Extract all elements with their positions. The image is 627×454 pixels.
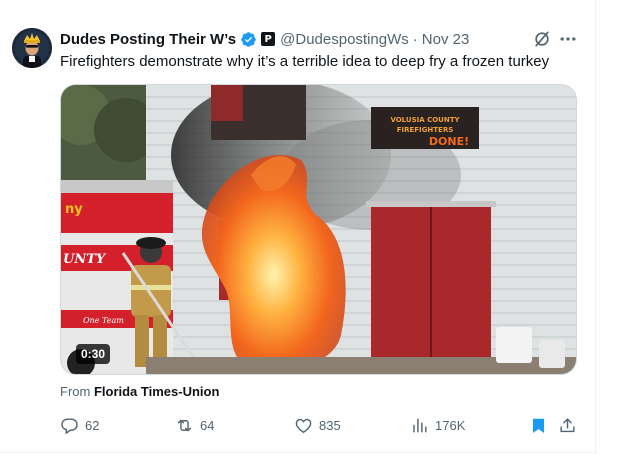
- svg-text:DONE!: DONE!: [429, 135, 469, 148]
- like-button[interactable]: 835: [294, 414, 341, 436]
- views-icon: [413, 417, 427, 433]
- reply-icon: [61, 417, 78, 434]
- video-player[interactable]: VOLUSIA COUNTY FIREFIGHTERS DONE! ny UNT…: [60, 84, 577, 375]
- grok-icon[interactable]: [532, 29, 552, 49]
- video-source: From Florida Times-Union: [60, 384, 219, 399]
- action-bar: 62 64 835 176K: [60, 414, 580, 436]
- avatar[interactable]: [12, 28, 52, 68]
- svg-text:VOLUSIA COUNTY: VOLUSIA COUNTY: [390, 116, 460, 124]
- more-icon[interactable]: [558, 29, 578, 49]
- like-count: 835: [319, 417, 341, 433]
- source-prefix: From: [60, 384, 94, 399]
- tweet-divider: [0, 452, 595, 453]
- affiliate-badge-icon[interactable]: P: [261, 32, 276, 46]
- video-frame: VOLUSIA COUNTY FIREFIGHTERS DONE! ny UNT…: [61, 85, 576, 374]
- separator: ·: [412, 30, 418, 48]
- svg-text:UNTY: UNTY: [63, 252, 107, 267]
- views-button[interactable]: 176K: [410, 414, 465, 436]
- svg-text:One Team: One Team: [83, 316, 124, 325]
- repost-icon: [177, 419, 192, 431]
- repost-count: 64: [200, 417, 215, 433]
- bookmark-button[interactable]: [529, 414, 548, 436]
- tweet-text: Firefighters demonstrate why it’s a terr…: [60, 53, 550, 70]
- timeline-border: [595, 0, 596, 454]
- reply-count: 62: [85, 417, 100, 433]
- share-button[interactable]: [558, 414, 577, 436]
- verified-badge-icon[interactable]: [240, 31, 257, 48]
- heart-icon: [295, 418, 312, 433]
- display-name[interactable]: Dudes Posting Their W’s: [60, 31, 236, 48]
- share-icon: [560, 417, 575, 432]
- handle[interactable]: @DudespostingWs: [280, 31, 409, 48]
- video-duration: 0:30: [76, 344, 111, 364]
- timestamp[interactable]: Nov 23: [422, 31, 470, 48]
- svg-text:ny: ny: [65, 202, 83, 217]
- bookmark-icon: [532, 418, 545, 433]
- tweet-header: Dudes Posting Their W’s P @DudespostingW…: [60, 29, 469, 49]
- source-link[interactable]: Florida Times-Union: [94, 384, 219, 399]
- svg-text:FIREFIGHTERS: FIREFIGHTERS: [397, 126, 454, 134]
- reply-button[interactable]: 62: [60, 414, 99, 436]
- views-count: 176K: [435, 417, 466, 433]
- repost-button[interactable]: 64: [175, 414, 214, 436]
